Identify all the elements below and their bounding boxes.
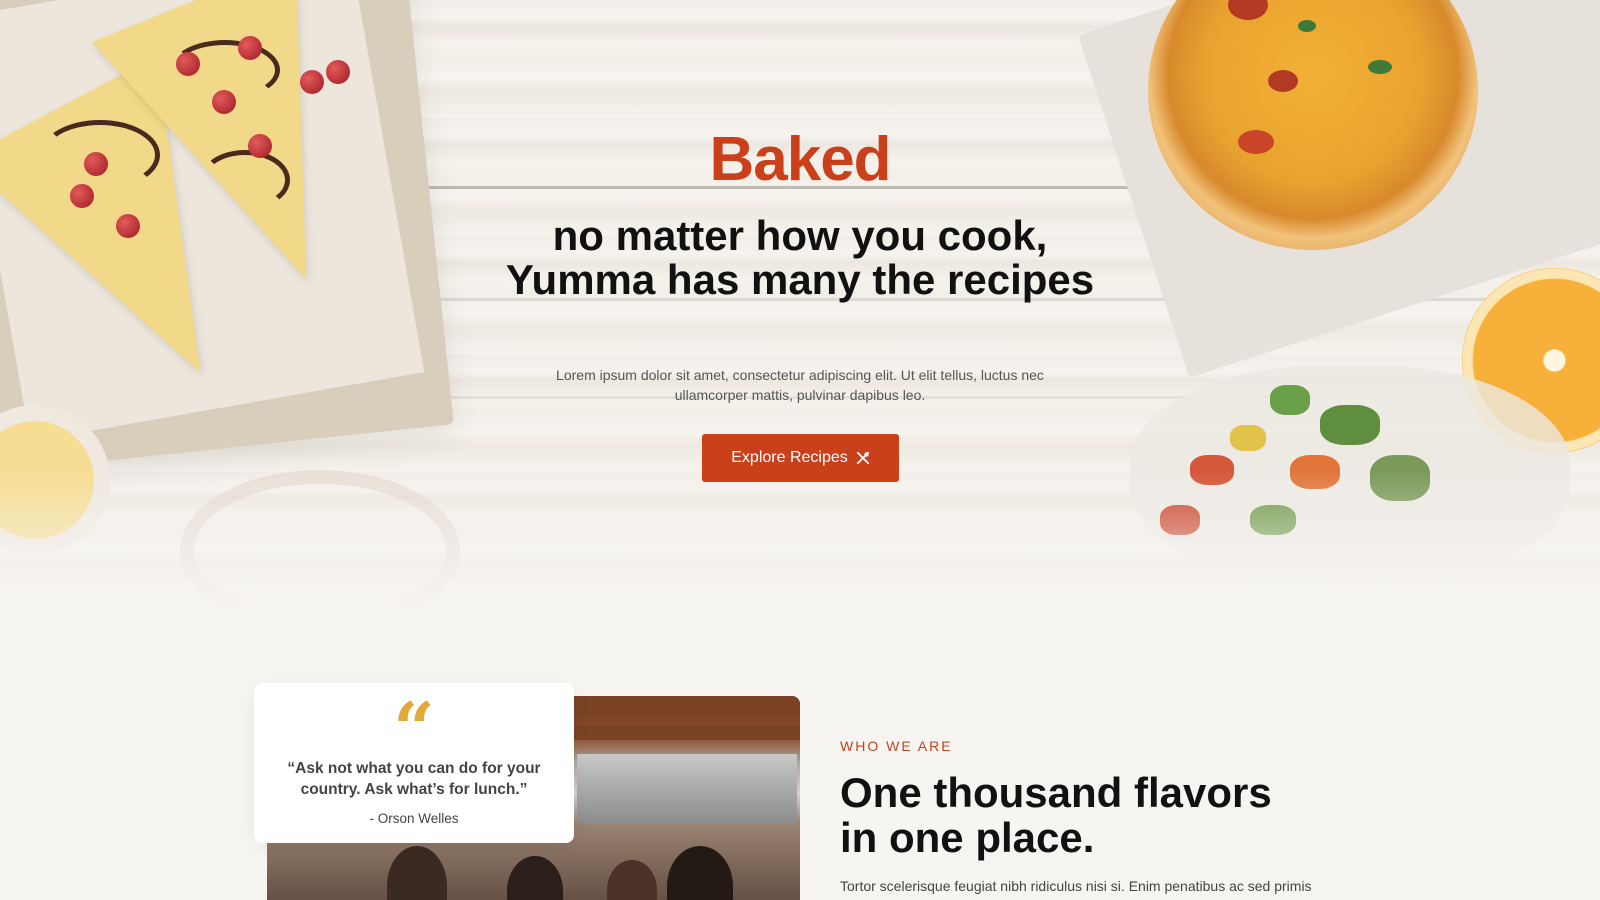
ceiling-beam [567, 696, 800, 714]
utensils-icon [856, 451, 869, 465]
veg-piece [1230, 425, 1266, 451]
cherry-image [212, 90, 236, 114]
cherry-image [176, 52, 200, 76]
person-silhouette [507, 856, 563, 900]
explore-recipes-label: Explore Recipes [731, 449, 848, 466]
cherry-image [238, 36, 262, 60]
pizza-topping [1368, 60, 1392, 74]
person-silhouette [607, 860, 657, 900]
quote-text: “Ask not what you can do for your countr… [287, 760, 541, 798]
cherry-image [326, 60, 350, 84]
person-silhouette [667, 846, 733, 900]
kitchen-hood [577, 754, 797, 824]
pizza-topping [1298, 20, 1316, 32]
cherry-image [116, 214, 140, 238]
section-eyebrow: WHO WE ARE [840, 738, 953, 754]
section-body: Tortor scelerisque feugiat nibh ridiculu… [840, 878, 1312, 894]
hero-subtext: Lorem ipsum dolor sit amet, consectetur … [556, 367, 1044, 403]
veg-piece [1320, 405, 1380, 445]
quote-card: “ “Ask not what you can do for your coun… [254, 683, 574, 843]
explore-recipes-button[interactable]: Explore Recipes [702, 434, 899, 482]
pizza-topping [1228, 0, 1268, 20]
pizza-topping [1268, 70, 1298, 92]
quote-mark-icon: “ [393, 686, 435, 771]
cherry-image [300, 70, 324, 94]
quote-author: - Orson Welles [369, 811, 459, 826]
ceiling-beam [567, 726, 800, 740]
veg-piece [1270, 385, 1310, 415]
hero-section: Baked no matter how you cook, Yumma has … [0, 0, 1600, 620]
section-title: One thousand flavors in one place. [840, 769, 1272, 861]
brand-logo-text[interactable]: Baked [0, 124, 1600, 195]
hero-headline: no matter how you cook, Yumma has many t… [505, 212, 1095, 303]
hero-fade [0, 470, 1600, 620]
person-silhouette [387, 846, 447, 900]
